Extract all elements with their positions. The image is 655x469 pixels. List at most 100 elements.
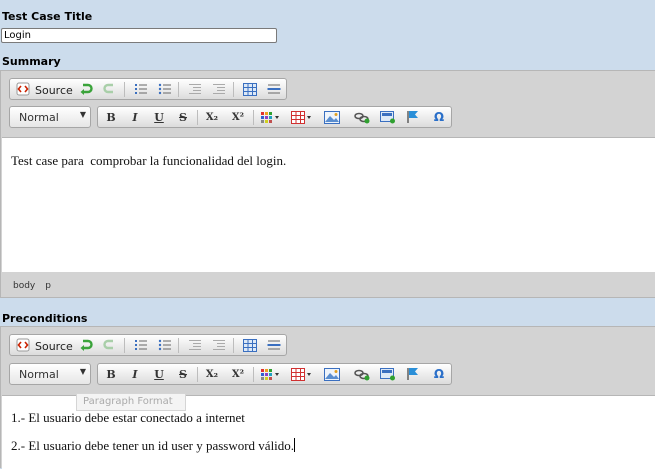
table-insert-button[interactable] [290,366,314,382]
summary-label: Summary [2,55,61,68]
undo-button[interactable] [76,337,96,353]
source-button[interactable]: Source [12,337,78,353]
paragraph-format-value: Normal [19,111,59,124]
summary-text: Test case para comprobar la funcionalida… [11,153,287,168]
undo-icon [80,339,93,351]
source-icon [16,338,30,352]
undo-icon [80,83,93,95]
link-icon [354,369,370,380]
paragraph-format-select[interactable]: Normal ▼ [9,106,91,128]
outdent-icon [189,84,201,94]
toolbar-separator [253,110,254,125]
toolbar-separator [233,82,234,97]
chevron-down-icon: ▼ [79,367,86,376]
table-insert-button[interactable] [290,109,314,125]
indent-icon [213,340,225,350]
paragraph-format-select[interactable]: Normal ▼ [9,363,91,385]
image-button[interactable] [322,109,342,125]
source-icon [16,82,30,96]
toolbar-separator [253,367,254,382]
bold-button[interactable]: B [101,366,121,382]
redo-icon [103,339,113,350]
horizontal-rule-button[interactable] [264,81,284,97]
undo-button[interactable] [76,81,96,97]
numbered-list-button[interactable] [131,81,151,97]
chevron-down-icon: ▼ [79,110,86,119]
flag-icon [407,111,418,123]
horizontal-rule-button[interactable] [264,337,284,353]
anchor-flag-button[interactable] [403,366,423,382]
color-palette-icon [261,369,279,380]
bullet-list-button[interactable] [155,81,175,97]
table-red-icon [291,367,311,381]
paragraph-format-tooltip: Paragraph Format [76,393,186,411]
table-button[interactable] [240,337,260,353]
redo-button[interactable] [100,337,120,353]
summary-content-area[interactable]: Test case para comprobar la funcionalida… [2,137,655,272]
link-button[interactable] [352,109,372,125]
horizontal-rule-icon [267,340,281,350]
superscript-button[interactable]: X² [228,109,248,125]
link-button[interactable] [352,366,372,382]
test-case-title-input[interactable] [1,28,277,43]
toolbar-separator [178,338,179,353]
text-caret [294,438,296,452]
subscript-button[interactable]: X₂ [202,366,222,382]
text-color-button[interactable] [259,109,283,125]
image-icon [324,110,340,124]
anchor-flag-button[interactable] [403,109,423,125]
image-icon [324,367,340,381]
special-character-button[interactable]: Ω [429,109,449,125]
subscript-button[interactable]: X₂ [202,109,222,125]
flag-icon [407,368,418,380]
toolbar-separator [178,82,179,97]
toolbar-separator [197,367,198,382]
toolbar-separator [124,338,125,353]
table-grid-icon [243,82,257,96]
text-color-button[interactable] [259,366,283,382]
template-icon [380,367,395,380]
numbered-list-icon [135,84,147,94]
outdent-icon [189,340,201,350]
preconditions-toolbar-group-1: Source [9,334,287,356]
source-label: Source [35,84,73,97]
bullet-list-icon [158,83,171,95]
toolbar-separator [124,82,125,97]
redo-button[interactable] [100,81,120,97]
bullet-list-icon [158,339,171,351]
italic-button[interactable]: I [125,366,145,382]
summary-editor: Source Normal ▼ B I U S X₂ X² Ω Test cas… [0,70,655,298]
image-button[interactable] [322,366,342,382]
precondition-line-1: 1.- El usuario debe estar conectado a in… [11,410,245,425]
superscript-button[interactable]: X² [228,366,248,382]
table-button[interactable] [240,81,260,97]
path-body-link[interactable]: body [13,281,35,291]
bold-button[interactable]: B [101,109,121,125]
bullet-list-button[interactable] [155,337,175,353]
indent-button[interactable] [209,337,229,353]
underline-button[interactable]: U [149,366,169,382]
preconditions-toolbar-group-2: B I U S X₂ X² Ω [97,363,452,385]
summary-toolbar-group-2: B I U S X₂ X² Ω [97,106,452,128]
summary-toolbar-group-1: Source [9,78,287,100]
horizontal-rule-icon [267,84,281,94]
preconditions-label: Preconditions [2,312,88,325]
source-button[interactable]: Source [12,81,78,97]
indent-button[interactable] [209,81,229,97]
outdent-button[interactable] [185,337,205,353]
template-icon [380,110,395,123]
save-template-button[interactable] [378,109,398,125]
table-red-icon [291,110,311,124]
underline-button[interactable]: U [149,109,169,125]
special-character-button[interactable]: Ω [429,366,449,382]
strikethrough-button[interactable]: S [173,109,193,125]
italic-button[interactable]: I [125,109,145,125]
strikethrough-button[interactable]: S [173,366,193,382]
numbered-list-button[interactable] [131,337,151,353]
precondition-line-2: 2.- El usuario debe tener un id user y p… [11,438,295,453]
save-template-button[interactable] [378,366,398,382]
toolbar-separator [197,110,198,125]
path-p-link[interactable]: p [45,281,51,291]
outdent-button[interactable] [185,81,205,97]
indent-icon [213,84,225,94]
